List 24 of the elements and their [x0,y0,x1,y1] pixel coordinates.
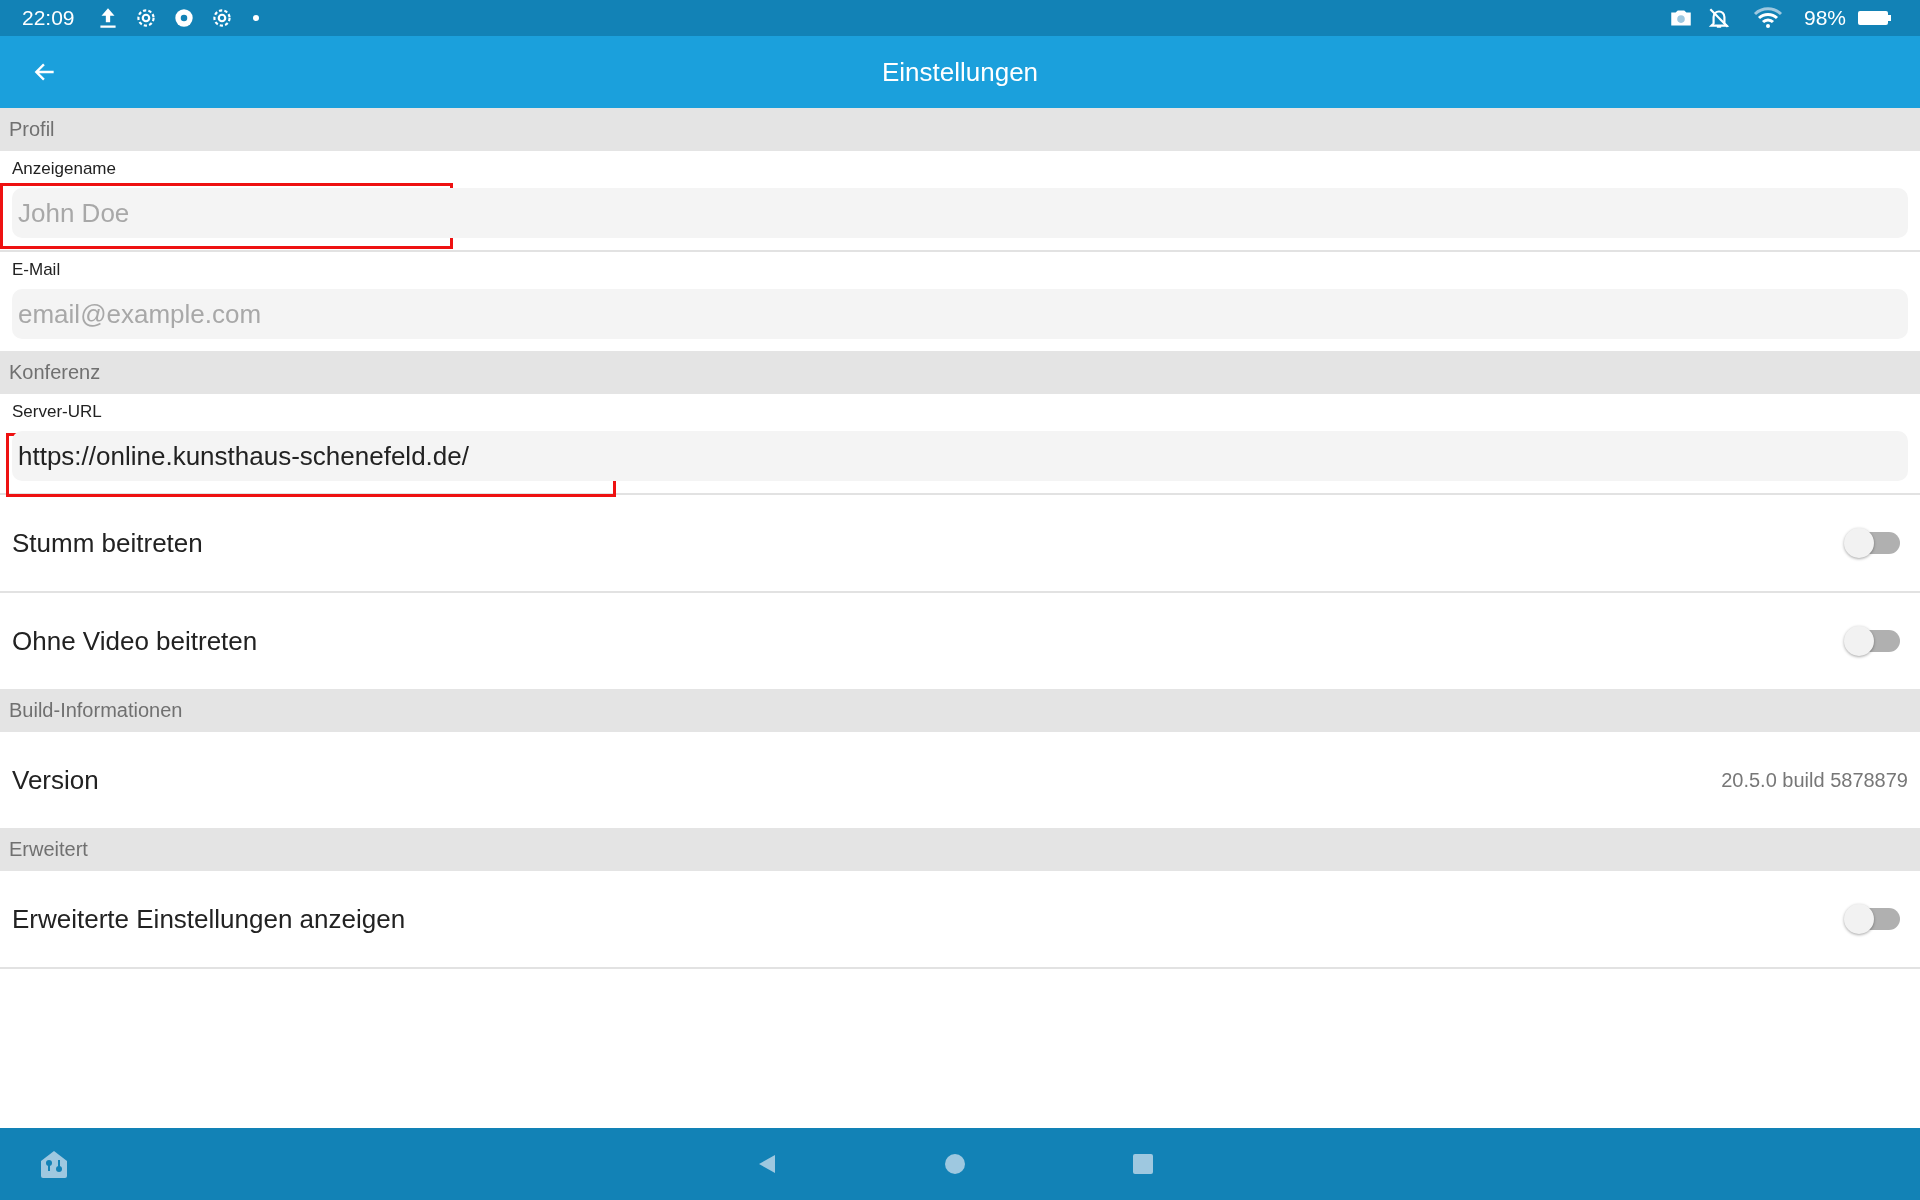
setting-label: Stumm beitreten [12,527,203,559]
house-icon[interactable] [38,1148,70,1180]
version-value: 20.5.0 build 5878879 [1721,768,1908,792]
battery-percent: 98% [1803,6,1846,30]
text-field[interactable]: https://online.kunsthaus-schenefeld.de/ [12,431,1908,481]
clock-time: 22:09 [22,6,75,30]
section-header: Profil [0,108,1920,151]
notification-dot-icon [252,15,259,21]
text-field[interactable]: John Doe [12,188,1908,238]
text-field[interactable]: email@example.com [12,289,1908,339]
section-header: Konferenz [0,351,1920,394]
field-label: Server-URL [12,402,103,422]
home-circle-icon[interactable] [943,1152,967,1176]
setting-label: Version [12,764,99,796]
field-label: Anzeigename [12,159,117,179]
section-header: Erweitert [0,828,1920,871]
field-label: E-Mail [12,260,62,280]
section-header: Build-Informationen [0,689,1920,732]
setting-label: Erweiterte Einstellungen anzeigen [12,903,406,935]
wifi-icon [1751,6,1784,30]
setting-label: Ohne Video beitreten [12,625,258,657]
battery-icon [1858,10,1892,26]
screen-title: Einstellungen [881,56,1039,88]
recents-square-icon[interactable] [1131,1152,1155,1176]
